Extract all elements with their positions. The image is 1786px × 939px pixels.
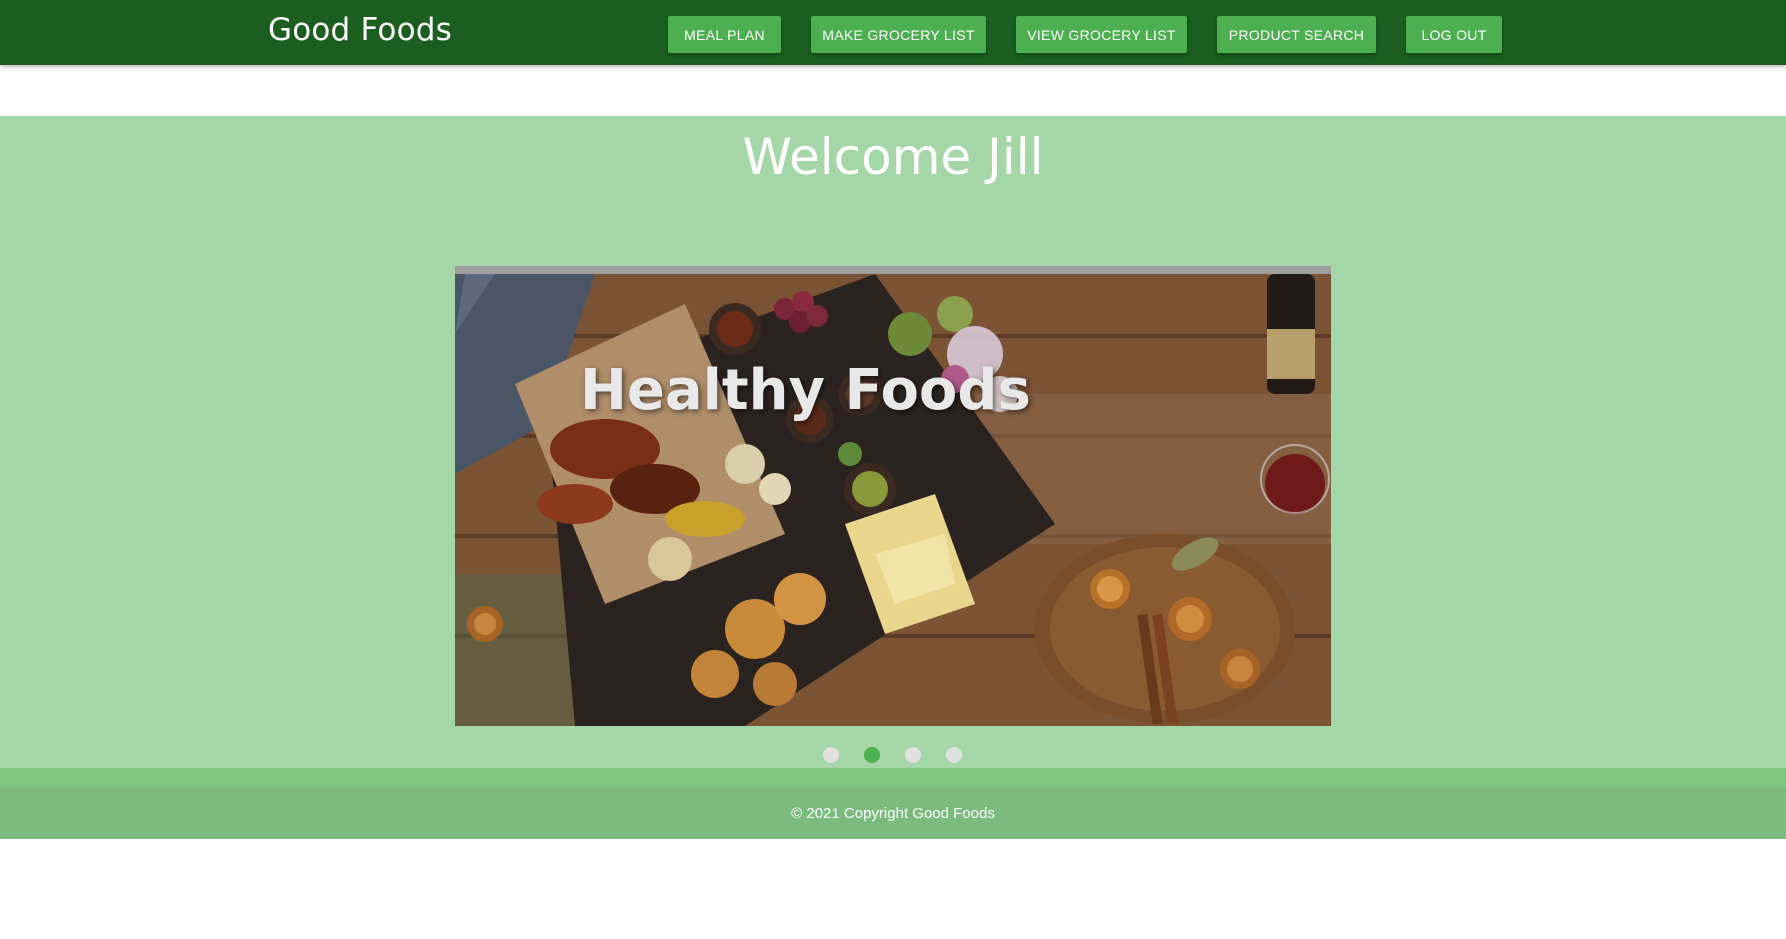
footer-band xyxy=(0,768,1786,788)
make-grocery-list-button[interactable]: MAKE GROCERY LIST xyxy=(811,16,986,53)
image-carousel[interactable]: Healthy Foods xyxy=(455,266,1331,726)
carousel-dot-3[interactable] xyxy=(905,747,921,763)
view-grocery-list-button[interactable]: VIEW GROCERY LIST xyxy=(1016,16,1187,53)
meal-plan-button[interactable]: MEAL PLAN xyxy=(668,16,781,53)
copyright-text: © 2021 Copyright Good Foods xyxy=(791,805,995,822)
log-out-button[interactable]: LOG OUT xyxy=(1406,16,1502,53)
carousel-slide: Healthy Foods xyxy=(455,274,1331,726)
carousel-dot-4[interactable] xyxy=(946,747,962,763)
slide-caption: Healthy Foods xyxy=(580,358,1031,423)
food-table-image xyxy=(455,274,1331,726)
top-navbar: Good Foods MEAL PLAN MAKE GROCERY LIST V… xyxy=(0,0,1786,65)
carousel-indicators xyxy=(0,747,1786,763)
footer: © 2021 Copyright Good Foods xyxy=(0,788,1786,839)
brand-logo[interactable]: Good Foods xyxy=(268,12,452,48)
carousel-dot-2[interactable] xyxy=(864,747,880,763)
welcome-heading: Welcome Jill xyxy=(742,128,1044,186)
product-search-button[interactable]: PRODUCT SEARCH xyxy=(1217,16,1376,53)
carousel-dot-1[interactable] xyxy=(823,747,839,763)
